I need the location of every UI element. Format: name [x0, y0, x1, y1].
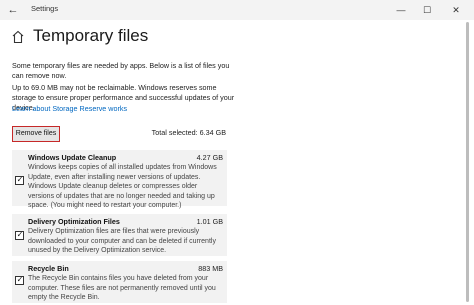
checkmark-icon: ✓: [16, 275, 24, 284]
category-name: Delivery Optimization Files: [28, 217, 120, 226]
category-description: Delivery Optimization files are files th…: [28, 228, 216, 254]
checkbox-delivery-optimization[interactable]: ✓: [15, 230, 24, 240]
window-title: Settings: [31, 4, 59, 13]
checkbox-windows-update-cleanup[interactable]: ✓: [15, 175, 24, 185]
category-size: 883 MB: [198, 264, 223, 273]
category-name: Recycle Bin: [28, 264, 69, 273]
intro-text: Some temporary files are needed by apps.…: [12, 61, 230, 80]
page-title: Temporary files: [33, 26, 149, 45]
category-size: 4.27 GB: [196, 153, 223, 162]
close-icon[interactable]: ✕: [443, 0, 469, 20]
category-description: Windows keeps copies of all installed up…: [28, 164, 217, 209]
maximize-icon[interactable]: ☐: [414, 0, 440, 20]
back-arrow-icon[interactable]: ←: [5, 2, 21, 18]
title-bar: ← Settings — ☐ ✕: [0, 0, 474, 20]
category-description: The Recycle Bin contains files you have …: [28, 275, 216, 301]
category-delivery-optimization: ✓ Delivery Optimization Files 1.01 GB De…: [12, 214, 227, 256]
scrollbar[interactable]: [466, 22, 469, 302]
remove-files-button[interactable]: Remove files: [12, 126, 60, 142]
category-windows-update-cleanup: ✓ Windows Update Cleanup 4.27 GB Windows…: [12, 150, 227, 209]
storage-reserve-link[interactable]: Learn about Storage Reserve works: [12, 104, 127, 113]
checkmark-icon: ✓: [16, 175, 24, 184]
total-selected-label: Total selected: 6.34 GB: [151, 128, 226, 137]
minimize-icon[interactable]: —: [388, 0, 414, 20]
category-size: 1.01 GB: [196, 217, 223, 226]
category-recycle-bin: ✓ Recycle Bin 883 MB The Recycle Bin con…: [12, 261, 227, 303]
checkbox-recycle-bin[interactable]: ✓: [15, 275, 24, 285]
category-name: Windows Update Cleanup: [28, 153, 117, 162]
checkmark-icon: ✓: [16, 230, 24, 239]
home-icon[interactable]: [12, 30, 24, 44]
